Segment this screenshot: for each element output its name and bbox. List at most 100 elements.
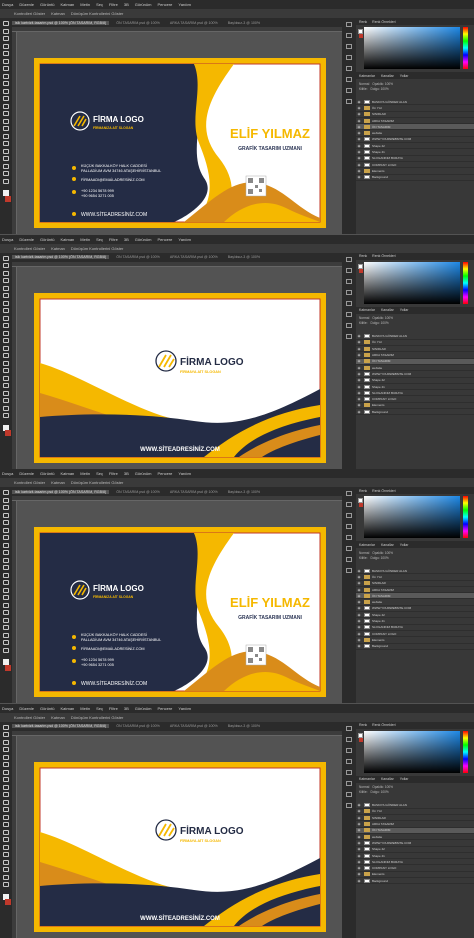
visibility-eye-icon[interactable]: ◉ — [356, 872, 362, 877]
tool-icon[interactable] — [3, 580, 9, 585]
tool-icon[interactable] — [3, 610, 9, 615]
tool-icon[interactable] — [3, 512, 9, 518]
tool-icon[interactable] — [3, 255, 9, 261]
tool-icon[interactable] — [3, 490, 9, 495]
visibility-eye-icon[interactable]: ◉ — [356, 847, 362, 852]
menu-item[interactable]: Düzenle — [19, 2, 34, 7]
dock-icon[interactable] — [346, 22, 352, 27]
tool-icon[interactable] — [3, 171, 9, 176]
tool-icon[interactable] — [3, 617, 9, 623]
menu-item[interactable]: Yardım — [178, 237, 191, 242]
panel-tab[interactable]: Katmanlar — [359, 74, 375, 78]
visibility-eye-icon[interactable]: ◉ — [356, 156, 362, 161]
menu-item[interactable]: Metin — [80, 237, 90, 242]
tool-icon[interactable] — [3, 111, 9, 116]
dock-icon[interactable] — [346, 256, 352, 262]
visibility-eye-icon[interactable]: ◉ — [356, 334, 362, 339]
hue-slider[interactable] — [463, 496, 468, 538]
dock-icon[interactable] — [346, 33, 352, 38]
card-document[interactable]: FİRMA LOGO FİRMANIZA AİT SLOGAN ELİF YILMA… — [34, 58, 326, 228]
visibility-eye-icon[interactable]: ◉ — [356, 137, 362, 142]
dock-icon[interactable] — [346, 747, 352, 753]
tool-icon[interactable] — [3, 103, 9, 109]
dock-icon[interactable] — [346, 289, 352, 295]
visibility-eye-icon[interactable]: ◉ — [356, 859, 362, 864]
fill-field[interactable]: Dolgu: 100% — [371, 556, 389, 560]
hue-slider[interactable] — [463, 261, 468, 304]
tool-icon[interactable] — [3, 520, 9, 525]
visibility-eye-icon[interactable]: ◉ — [356, 625, 362, 630]
visibility-eye-icon[interactable]: ◉ — [356, 340, 362, 345]
document-tab[interactable]: isik kartvizit-tasarim.psd @ 100% (ÖN TA… — [12, 724, 110, 728]
visibility-eye-icon[interactable]: ◉ — [356, 878, 362, 883]
menu-item[interactable]: Seç — [96, 2, 103, 7]
menu-item[interactable]: Yardım — [178, 471, 191, 476]
menu-item[interactable]: Katman — [60, 2, 74, 7]
menu-item[interactable]: Pencere — [157, 237, 172, 242]
color-picker-field[interactable] — [364, 730, 460, 773]
menu-item[interactable]: Pencere — [157, 2, 172, 7]
layer-row[interactable]: ◉ Background — [356, 878, 474, 885]
menu-item[interactable]: Görünüm — [135, 471, 152, 476]
tool-icon[interactable] — [3, 632, 9, 638]
tool-icon[interactable] — [3, 278, 9, 283]
visibility-eye-icon[interactable]: ◉ — [356, 631, 362, 636]
visibility-eye-icon[interactable]: ◉ — [356, 346, 362, 351]
tool-icon[interactable] — [3, 557, 9, 563]
visibility-eye-icon[interactable]: ◉ — [356, 99, 362, 104]
menu-item[interactable]: Görünüm — [135, 706, 152, 711]
tool-icon[interactable] — [3, 270, 9, 276]
panel-tab[interactable]: Yollar — [400, 543, 409, 547]
dock-icon[interactable] — [346, 557, 352, 562]
blend-mode-select[interactable]: Normal — [359, 551, 369, 555]
tool-icon[interactable] — [3, 28, 9, 34]
canvas-area[interactable]: FİRMA LOGO FİRMAYA AİT SLOGAN WWW.SİTEADRE… — [17, 266, 342, 469]
tool-icon[interactable] — [3, 323, 9, 328]
dock-icon[interactable] — [346, 44, 352, 49]
visibility-eye-icon[interactable]: ◉ — [356, 853, 362, 858]
visibility-eye-icon[interactable]: ◉ — [356, 175, 362, 180]
menu-item[interactable]: Görünüm — [135, 237, 152, 242]
tool-icon[interactable] — [3, 368, 9, 373]
panel-tab[interactable]: Katmanlar — [359, 543, 375, 547]
background-color-swatch[interactable] — [5, 664, 11, 671]
menu-item[interactable]: Düzenle — [19, 706, 34, 711]
hue-slider[interactable] — [463, 27, 468, 69]
option-item[interactable]: Kontrolleri Göster — [14, 11, 45, 16]
tool-icon[interactable] — [3, 542, 9, 548]
menu-item[interactable]: 3B — [124, 471, 129, 476]
tool-icon[interactable] — [3, 625, 9, 630]
menu-item[interactable]: Dosya — [2, 706, 13, 711]
visibility-eye-icon[interactable]: ◉ — [356, 618, 362, 623]
menu-item[interactable]: Pencere — [157, 471, 172, 476]
card-document[interactable]: FİRMA LOGO FİRMAYA AİT SLOGAN WWW.SİTEADRE… — [34, 292, 326, 463]
opacity-field[interactable]: Opaklık: 100% — [372, 316, 393, 320]
dock-icon[interactable] — [346, 77, 352, 82]
panel-tab[interactable]: Katmanlar — [359, 777, 375, 781]
tool-icon[interactable] — [3, 822, 9, 827]
dock-icon[interactable] — [346, 322, 352, 328]
visibility-eye-icon[interactable]: ◉ — [356, 865, 362, 870]
dock-icon[interactable] — [346, 725, 352, 731]
tool-icon[interactable] — [3, 405, 9, 411]
visibility-eye-icon[interactable]: ◉ — [356, 403, 362, 408]
dock-icon[interactable] — [346, 300, 352, 306]
tool-icon[interactable] — [3, 535, 9, 540]
background-color-swatch[interactable] — [5, 430, 11, 436]
document-tab[interactable]: Başlıksız-3 @ 100% — [225, 724, 263, 728]
tool-icon[interactable] — [3, 647, 9, 653]
dock-icon[interactable] — [346, 311, 352, 317]
menu-item[interactable]: Görüntü — [40, 471, 54, 476]
visibility-eye-icon[interactable]: ◉ — [356, 568, 362, 573]
background-swatch[interactable] — [359, 268, 363, 273]
menu-item[interactable]: Görüntü — [40, 237, 54, 242]
tool-icon[interactable] — [3, 807, 9, 812]
visibility-eye-icon[interactable]: ◉ — [356, 409, 362, 414]
option-item[interactable]: Kontrolleri Göster — [14, 715, 45, 720]
visibility-eye-icon[interactable]: ◉ — [356, 834, 362, 839]
opacity-field[interactable]: Opaklık: 100% — [372, 551, 393, 555]
dock-icon[interactable] — [346, 99, 352, 104]
menu-item[interactable]: Pencere — [157, 706, 172, 711]
canvas-area[interactable]: FİRMA LOGO FİRMANIZA AİT SLOGAN ELİF YILMA… — [17, 32, 342, 234]
tool-icon[interactable] — [3, 550, 9, 555]
